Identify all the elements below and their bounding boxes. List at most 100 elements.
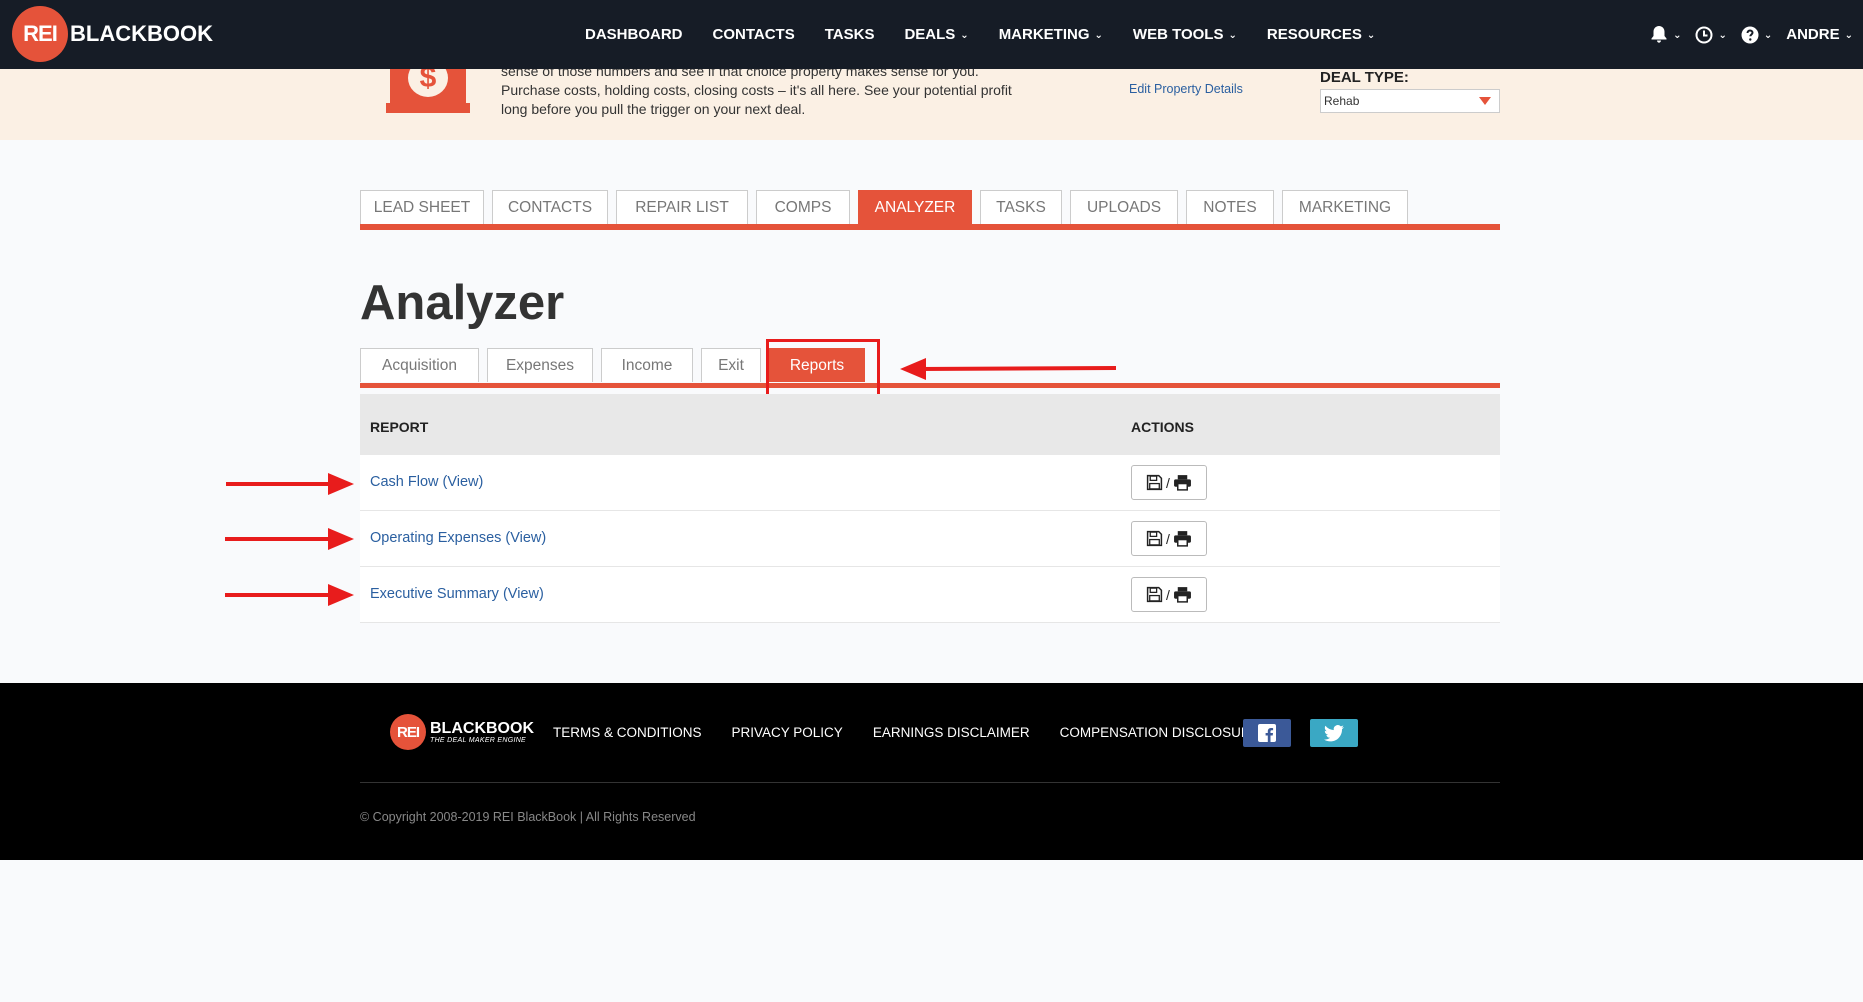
annotation-arrow-left	[900, 358, 1117, 380]
report-link-cash-flow[interactable]: Cash Flow (View)	[370, 474, 483, 490]
reports-table: REPORT ACTIONS Cash Flow (View) / Operat…	[360, 394, 1500, 623]
footer-logo-text-block: BLACKBOOK THE DEAL MAKER ENGINE	[430, 719, 534, 744]
top-navbar: REI BLACKBOOK DASHBOARD CONTACTS TASKS D…	[0, 0, 1863, 69]
clock-icon	[1695, 26, 1713, 43]
chevron-down-icon: ⌄	[1763, 30, 1773, 41]
chevron-down-icon: ⌄	[1844, 30, 1853, 41]
history-menu[interactable]: ⌄	[1695, 26, 1727, 44]
copyright-text: © Copyright 2008-2019 REI BlackBook | Al…	[360, 810, 696, 824]
banner-line: long before you pull the trigger on your…	[501, 101, 806, 117]
tab-uploads[interactable]: UPLOADS	[1070, 190, 1178, 224]
print-icon[interactable]	[1173, 530, 1192, 547]
footer-links: TERMS & CONDITIONS PRIVACY POLICY EARNIN…	[553, 725, 1290, 740]
table-row: Cash Flow (View) /	[360, 455, 1500, 511]
nav-marketing[interactable]: MARKETING ⌄	[999, 26, 1103, 43]
deal-type-select[interactable]: Rehab	[1320, 89, 1500, 113]
action-separator: /	[1166, 530, 1170, 547]
nav-label: RESOURCES	[1266, 26, 1362, 43]
footer-logo[interactable]: REI BLACKBOOK THE DEAL MAKER ENGINE	[390, 714, 534, 750]
nav-web-tools[interactable]: WEB TOOLS ⌄	[1133, 26, 1237, 43]
chevron-down-icon: ⌄	[1673, 30, 1682, 41]
money-bag-icon: $	[386, 69, 470, 113]
help-menu[interactable]: ⌄	[1741, 26, 1772, 44]
tab-contacts[interactable]: CONTACTS	[492, 190, 608, 224]
banner-description: sense of those numbers and see if that c…	[501, 69, 1061, 119]
subtab-acquisition[interactable]: Acquisition	[360, 348, 479, 382]
user-menu[interactable]: ANDRE ⌄	[1786, 26, 1853, 43]
footer-logo-text: BLACKBOOK	[430, 719, 534, 737]
nav-label: DASHBOARD	[585, 26, 683, 43]
banner-line: sense of those numbers and see if that c…	[501, 69, 979, 79]
annotation-arrow-right	[225, 584, 354, 606]
tab-lead-sheet[interactable]: LEAD SHEET	[360, 190, 484, 224]
tab-analyzer[interactable]: ANALYZER	[858, 190, 972, 224]
edit-property-details-link[interactable]: Edit Property Details	[1129, 82, 1243, 96]
table-row: Executive Summary (View) /	[360, 567, 1500, 623]
tabs-divider	[360, 224, 1500, 230]
icon-base	[386, 103, 470, 113]
nav-label: CONTACTS	[712, 26, 795, 43]
nav-deals[interactable]: DEALS ⌄	[904, 26, 968, 43]
nav-dashboard[interactable]: DASHBOARD	[585, 26, 683, 43]
subtab-expenses[interactable]: Expenses	[487, 348, 593, 382]
annotation-highlight-box	[766, 339, 880, 397]
footer-link-terms[interactable]: TERMS & CONDITIONS	[553, 725, 702, 740]
brand-logo[interactable]: REI BLACKBOOK	[12, 6, 213, 62]
chevron-down-icon: ⌄	[1366, 30, 1376, 41]
property-tabs: LEAD SHEET CONTACTS REPAIR LIST COMPS AN…	[360, 190, 1416, 224]
footer-link-privacy[interactable]: PRIVACY POLICY	[732, 725, 843, 740]
user-name: ANDRE	[1786, 26, 1840, 43]
nav-label: WEB TOOLS	[1132, 26, 1224, 43]
subtabs-divider	[360, 383, 1500, 388]
print-icon[interactable]	[1173, 586, 1192, 603]
nav-resources[interactable]: RESOURCES ⌄	[1267, 26, 1375, 43]
chevron-down-icon: ⌄	[1094, 30, 1103, 41]
chevron-down-icon: ⌄	[960, 30, 969, 41]
logo-badge: REI	[12, 6, 68, 62]
table-row: Operating Expenses (View) /	[360, 511, 1500, 567]
twitter-icon	[1324, 724, 1344, 741]
tab-marketing[interactable]: MARKETING	[1282, 190, 1408, 224]
twitter-button[interactable]	[1310, 719, 1358, 747]
logo-text: BLACKBOOK	[70, 21, 213, 46]
report-link-executive-summary[interactable]: Executive Summary (View)	[370, 586, 544, 602]
footer-link-compensation-disclosure[interactable]: COMPENSATION DISCLOSURE	[1060, 725, 1260, 740]
tab-repair-list[interactable]: REPAIR LIST	[616, 190, 748, 224]
chevron-down-icon: ⌄	[1228, 30, 1237, 41]
tab-tasks[interactable]: TASKS	[980, 190, 1062, 224]
column-header-actions: ACTIONS	[1131, 419, 1194, 435]
notifications-menu[interactable]: ⌄	[1650, 25, 1681, 44]
column-header-report: REPORT	[370, 419, 429, 435]
footer-tagline: THE DEAL MAKER ENGINE	[430, 736, 527, 744]
print-icon[interactable]	[1173, 474, 1192, 491]
footer-logo-badge: REI	[390, 714, 426, 750]
annotation-arrow-right	[226, 473, 354, 495]
analyzer-banner: $ sense of those numbers and see if that…	[0, 69, 1863, 140]
tab-comps[interactable]: COMPS	[756, 190, 850, 224]
nav-label: DEALS	[904, 26, 956, 43]
action-separator: /	[1166, 586, 1170, 603]
bell-icon	[1651, 26, 1667, 43]
facebook-button[interactable]	[1243, 719, 1291, 747]
report-actions: /	[1131, 577, 1207, 612]
help-icon	[1741, 26, 1759, 43]
table-header: REPORT ACTIONS	[360, 394, 1500, 455]
tab-notes[interactable]: NOTES	[1186, 190, 1274, 224]
banner-line: Purchase costs, holding costs, closing c…	[501, 82, 1012, 98]
subtab-income[interactable]: Income	[601, 348, 693, 382]
subtab-exit[interactable]: Exit	[701, 348, 761, 382]
nav-label: TASKS	[824, 26, 875, 43]
nav-label: MARKETING	[998, 26, 1090, 43]
nav-contacts[interactable]: CONTACTS	[713, 26, 795, 43]
annotation-arrow-right	[225, 528, 354, 550]
report-link-operating-expenses[interactable]: Operating Expenses (View)	[370, 530, 546, 546]
action-separator: /	[1166, 474, 1170, 491]
main-nav: DASHBOARD CONTACTS TASKS DEALS ⌄ MARKETIN…	[585, 0, 1405, 69]
save-icon[interactable]	[1146, 530, 1163, 547]
nav-tasks[interactable]: TASKS	[825, 26, 875, 43]
site-footer: REI BLACKBOOK THE DEAL MAKER ENGINE TERM…	[0, 683, 1863, 860]
save-icon[interactable]	[1146, 586, 1163, 603]
caret-down-icon	[1479, 97, 1491, 105]
save-icon[interactable]	[1146, 474, 1163, 491]
footer-link-earnings-disclaimer[interactable]: EARNINGS DISCLAIMER	[873, 725, 1030, 740]
